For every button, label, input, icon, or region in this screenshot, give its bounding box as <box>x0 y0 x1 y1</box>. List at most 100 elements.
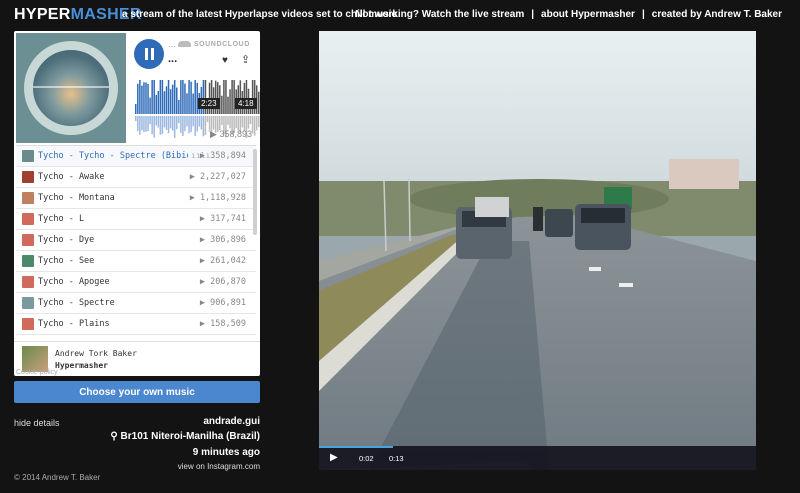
waveform-bar <box>196 116 198 132</box>
track-thumbnail <box>22 213 34 225</box>
live-stream-link[interactable]: Not working? Watch the live stream <box>355 9 524 20</box>
copyright: © 2014 Andrew T. Baker <box>14 473 101 482</box>
track-play-count: ▶ 158,509 <box>199 319 246 329</box>
playlist-item[interactable]: Tycho - See ▶ 261,042 <box>16 251 256 272</box>
track-play-count-value: 306,896 <box>210 235 246 245</box>
track-play-count-value: 1,118,928 <box>199 193 246 203</box>
playlist-item[interactable]: Tycho - Plains ▶ 158,509 <box>16 314 256 335</box>
track-play-count: ▶ 906,891 <box>199 298 246 308</box>
playlist-item[interactable]: Tycho - Apogee ▶ 206,870 <box>16 272 256 293</box>
waveform-bar <box>231 80 233 114</box>
page: HYPERMASHER a stream of the latest Hyper… <box>0 0 800 493</box>
play-icon[interactable]: ▶ <box>330 452 338 463</box>
user-panel: Andrew Tork Baker Hypermasher Cookie pol… <box>14 341 260 376</box>
playlist-item[interactable]: Tycho - Montana ▶ 1,118,928 <box>16 188 256 209</box>
play-count-value: 358,893 <box>219 129 252 139</box>
playlist-item[interactable]: Tycho - Spectre ▶ 906,891 <box>16 293 256 314</box>
track-thumbnail <box>22 297 34 309</box>
waveform-bar <box>202 116 205 137</box>
about-link[interactable]: about Hypermasher <box>541 9 635 20</box>
waveform-bar <box>235 116 237 129</box>
waveform-bar <box>171 84 174 114</box>
waveform-bar <box>143 82 145 114</box>
cookie-policy-link[interactable]: Cookie policy <box>16 369 58 376</box>
track-thumbnail <box>22 318 34 330</box>
waveform-bar <box>192 116 194 127</box>
track-play-count: ▶ 2,227,027 <box>189 172 246 182</box>
video-player[interactable] <box>319 31 756 470</box>
playlist: Tycho - Tycho - Spectre (Bibio Rem...ııl… <box>16 145 256 335</box>
location-label: Br101 Niteroi-Manilha (Brazil) <box>120 431 260 442</box>
time-elapsed: 2:23 <box>198 98 220 109</box>
waveform-bar <box>200 116 203 130</box>
playlist-item[interactable]: Tycho - Dye ▶ 306,896 <box>16 230 256 251</box>
waveform-bar <box>139 116 141 135</box>
waveform-bar <box>137 83 139 114</box>
waveform-bar <box>157 116 160 128</box>
track-name: Tycho - Montana <box>38 193 115 203</box>
soundcloud-widget: ... SOUNDCLOUD ... ♥ ⇪ 2:23 4:18 ▶ 358,8… <box>14 31 260 376</box>
user-name[interactable]: Andrew Tork Baker <box>55 349 137 358</box>
pause-icon <box>144 48 154 60</box>
album-artwork[interactable] <box>16 33 126 143</box>
track-play-count-value: 317,741 <box>210 214 246 224</box>
track-name: Tycho - See <box>38 256 95 266</box>
track-play-count-value: 358,894 <box>210 151 246 161</box>
waveform-bar <box>227 96 229 114</box>
heart-icon[interactable]: ♥ <box>222 55 228 66</box>
waveform-bar <box>173 116 176 138</box>
track-thumbnail <box>22 150 34 162</box>
track-play-count-value: 2,227,027 <box>199 172 246 182</box>
waveform-bar <box>155 116 157 126</box>
hide-details-link[interactable]: hide details <box>14 418 60 428</box>
soundcloud-icon <box>177 41 191 48</box>
share-icon[interactable]: ⇪ <box>241 53 250 66</box>
waveform-bar <box>141 116 143 131</box>
video-progress[interactable] <box>319 446 394 448</box>
track-title[interactable]: ... <box>168 53 177 65</box>
user-playlist-name[interactable]: Hypermasher <box>55 361 108 370</box>
playlist-item[interactable]: Tycho - L ▶ 317,741 <box>16 209 256 230</box>
waveform-bar <box>149 116 151 125</box>
waveform-bar <box>247 116 250 129</box>
playlist-item[interactable]: Tycho - Tycho - Spectre (Bibio Rem...ııl… <box>16 146 256 167</box>
video-meta: andrade.gui ⚲ Br101 Niteroi-Manilha (Bra… <box>110 416 260 471</box>
waveform-bar <box>159 80 162 114</box>
waveform-bar <box>178 99 180 114</box>
track-thumbnail <box>22 276 34 288</box>
waveform-bar <box>227 116 229 125</box>
waveform-bar <box>249 116 252 124</box>
video-author[interactable]: andrade.gui <box>110 416 260 427</box>
soundcloud-brand[interactable]: SOUNDCLOUD <box>177 41 250 48</box>
choose-music-button[interactable]: Choose your own music <box>14 381 260 403</box>
creator-link[interactable]: created by Andrew T. Baker <box>652 9 782 20</box>
waveform-bar <box>253 116 256 136</box>
playlist-item[interactable]: Tycho - Awake ▶ 2,227,027 <box>16 167 256 188</box>
waveform-bar <box>251 116 254 134</box>
track-artist[interactable]: ... <box>168 39 176 49</box>
playlist-scrollbar[interactable] <box>253 149 257 235</box>
waveform-bar <box>153 80 155 114</box>
track-thumbnail <box>22 192 34 204</box>
waveform-bar <box>258 116 260 128</box>
track-name: Tycho - Apogee <box>38 277 110 287</box>
play-count: ▶ 358,893 <box>210 129 252 140</box>
link-separator: | <box>531 9 535 20</box>
waveform-bar <box>161 116 164 134</box>
top-links: Not working? Watch the live stream | about… <box>355 9 782 20</box>
waveform-bar <box>188 116 190 134</box>
instagram-link[interactable]: view on Instagram.com <box>110 462 260 471</box>
waveform-bar <box>176 116 178 130</box>
waveform-bar <box>169 116 172 129</box>
track-name: Tycho - Dye <box>38 235 95 245</box>
waveform-bar <box>241 116 244 128</box>
waveform-bar <box>194 116 196 137</box>
track-play-count-value: 206,870 <box>210 277 246 287</box>
waveform-bar <box>180 80 182 114</box>
waveform-bar <box>229 116 231 129</box>
waveform-bar <box>155 94 157 114</box>
waveform-bar <box>173 80 176 114</box>
waveform-bar <box>159 116 162 135</box>
play-pause-button[interactable] <box>134 39 164 69</box>
track-thumbnail <box>22 234 34 246</box>
